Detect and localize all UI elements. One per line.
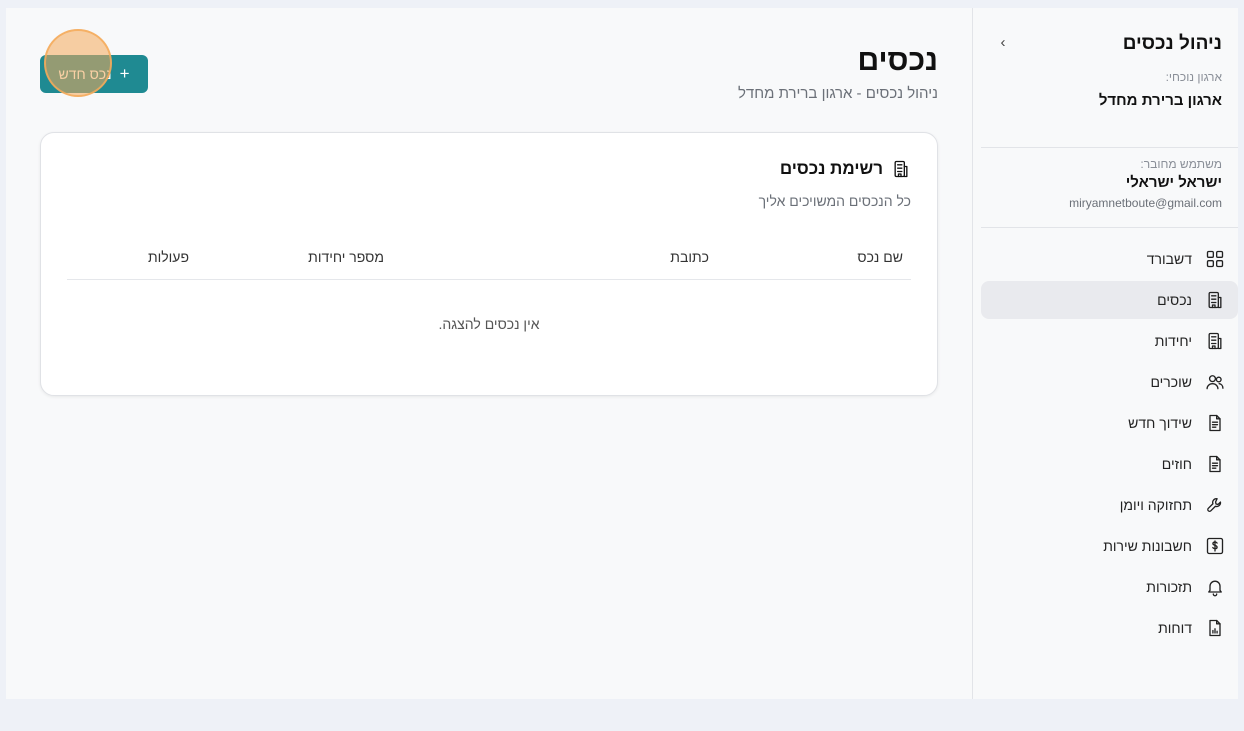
sidebar-item-label: יחידות xyxy=(1154,333,1192,349)
sidebar-nav: דשבורד נכסים יחידות שוכרים שידוך חדש חוז… xyxy=(981,240,1238,650)
column-header-address: כתובת xyxy=(670,249,709,265)
page-subtitle: ניהול נכסים - ארגון ברירת מחדל xyxy=(737,85,938,102)
sidebar-item-label: דוחות xyxy=(1158,620,1192,636)
plus-icon: + xyxy=(119,64,130,83)
sidebar-item-label: תזכורות xyxy=(1146,579,1192,595)
card-title: רשימת נכסים xyxy=(780,159,911,179)
empty-state-message: אין נכסים להצגה. xyxy=(438,316,540,332)
sidebar-item-units[interactable]: יחידות xyxy=(981,322,1238,360)
report-icon xyxy=(1204,617,1226,639)
page-title: נכסים xyxy=(857,44,938,77)
dashboard-icon xyxy=(1204,248,1226,270)
org-label: ארגון נוכחי: xyxy=(1165,70,1222,84)
building-icon xyxy=(1204,289,1226,311)
bell-icon xyxy=(1204,576,1226,598)
document-icon xyxy=(1204,412,1226,434)
column-header-name: שם נכס xyxy=(857,249,903,265)
sidebar-item-label: חוזים xyxy=(1161,456,1192,472)
table-header: שם נכס כתובת מספר יחידות פעולות xyxy=(67,237,911,280)
main-content: נכסים ניהול נכסים - ארגון ברירת מחדל + נ… xyxy=(6,8,972,699)
divider xyxy=(981,147,1238,148)
sidebar-item-dashboard[interactable]: דשבורד xyxy=(981,240,1238,278)
column-header-units: מספר יחידות xyxy=(308,249,384,265)
add-property-label: נכס חדש xyxy=(58,66,112,82)
sidebar-item-properties[interactable]: נכסים xyxy=(981,281,1238,319)
add-property-button[interactable]: + נכס חדש xyxy=(40,55,148,93)
sidebar-title: ניהול נכסים xyxy=(1122,33,1222,54)
sidebar-item-label: תחזוקה ויומן xyxy=(1119,497,1192,513)
card-subtitle: כל הנכסים המשויכים אליך xyxy=(758,193,911,209)
document-icon xyxy=(1204,453,1226,475)
org-name: ארגון ברירת מחדל xyxy=(1098,92,1222,109)
user-name: ישראל ישראלי xyxy=(1125,174,1222,191)
users-icon xyxy=(1204,371,1226,393)
sidebar-item-service-bills[interactable]: חשבונות שירות xyxy=(981,527,1238,565)
building-icon xyxy=(894,160,908,178)
sidebar-item-label: שוכרים xyxy=(1150,374,1192,390)
sidebar-item-contracts[interactable]: חוזים xyxy=(981,445,1238,483)
dollar-icon xyxy=(1204,535,1226,557)
sidebar-item-label: חשבונות שירות xyxy=(1103,538,1192,554)
user-email: miryamnetboute@gmail.com xyxy=(1069,196,1222,210)
sidebar-item-tenants[interactable]: שוכרים xyxy=(981,363,1238,401)
sidebar-item-reports[interactable]: דוחות xyxy=(981,609,1238,647)
sidebar-item-label: שידוך חדש xyxy=(1128,415,1192,431)
sidebar-item-label: דשבורד xyxy=(1146,251,1192,267)
chevron-right-icon[interactable]: › xyxy=(993,32,1013,52)
sidebar: › ניהול נכסים ארגון נוכחי: ארגון ברירת מ… xyxy=(972,8,1238,699)
building-icon xyxy=(1204,330,1226,352)
properties-card: רשימת נכסים כל הנכסים המשויכים אליך שם נ… xyxy=(40,132,938,396)
user-label: משתמש מחובר: xyxy=(1140,157,1222,171)
wrench-icon xyxy=(1204,494,1226,516)
sidebar-item-new-match[interactable]: שידוך חדש xyxy=(981,404,1238,442)
app-window: › ניהול נכסים ארגון נוכחי: ארגון ברירת מ… xyxy=(6,8,1238,699)
sidebar-item-reminders[interactable]: תזכורות xyxy=(981,568,1238,606)
divider xyxy=(981,227,1238,228)
column-header-actions: פעולות xyxy=(147,249,189,265)
sidebar-item-maintenance[interactable]: תחזוקה ויומן xyxy=(981,486,1238,524)
card-title-text: רשימת נכסים xyxy=(779,159,883,178)
sidebar-item-label: נכסים xyxy=(1157,292,1192,308)
